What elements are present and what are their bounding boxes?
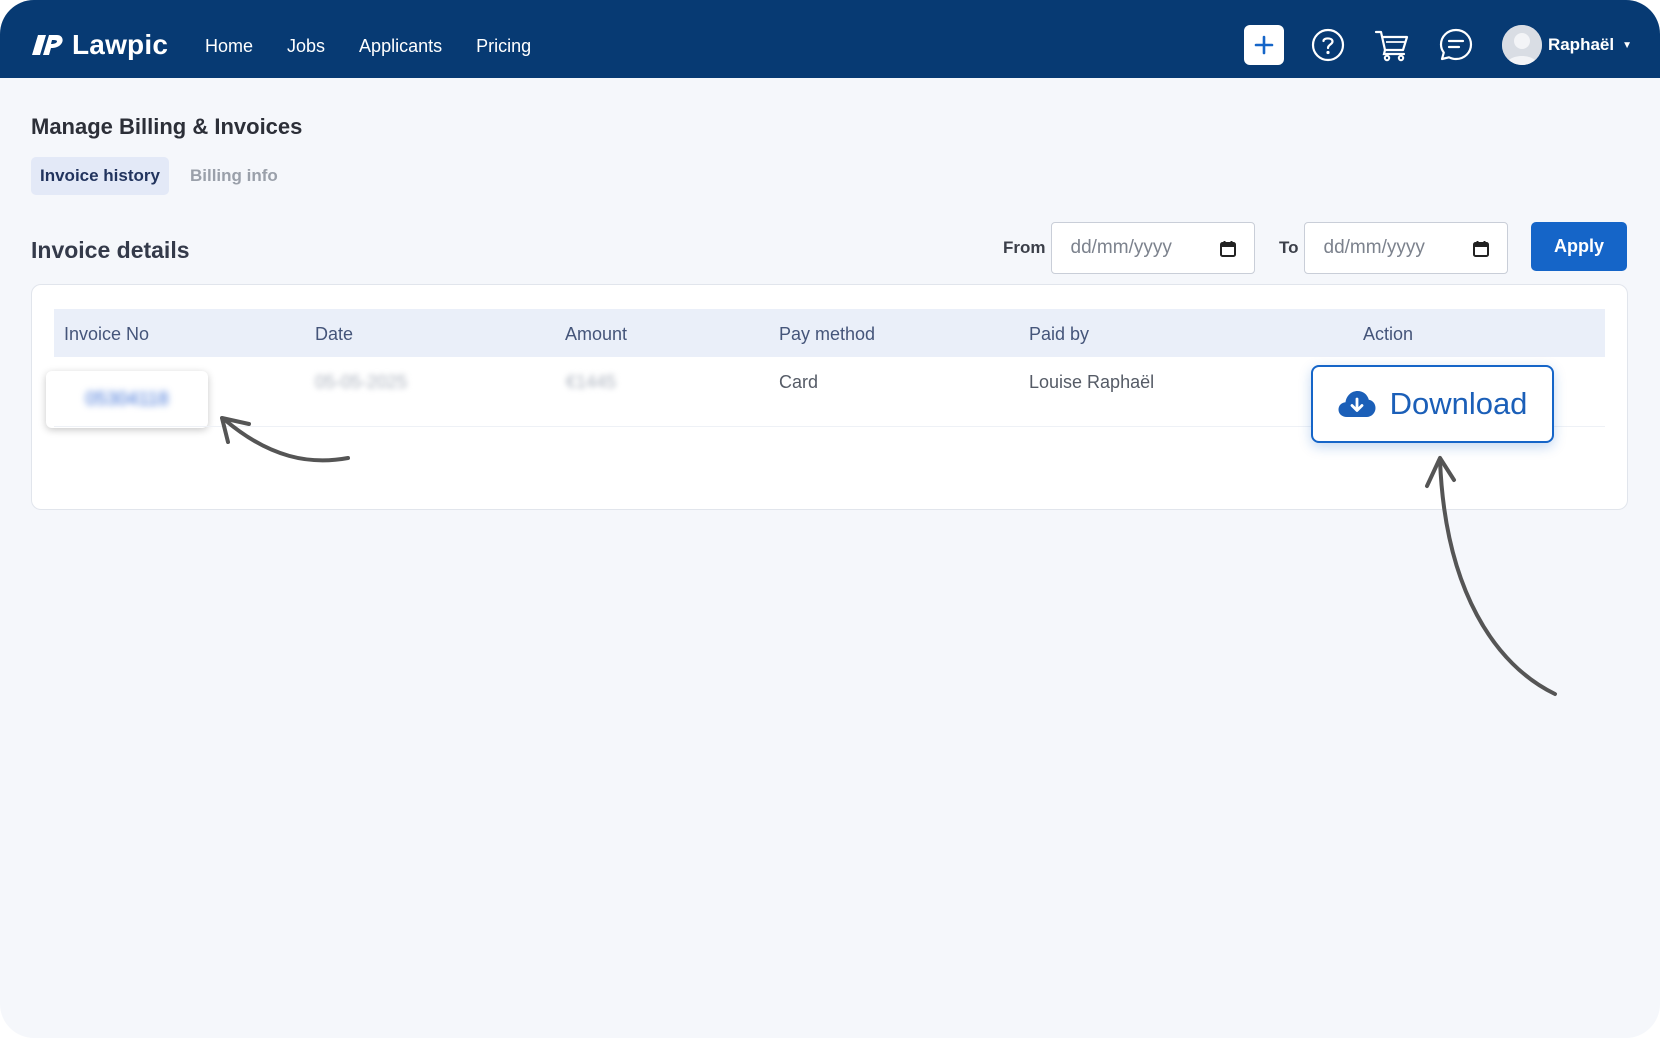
apply-button[interactable]: Apply bbox=[1531, 222, 1627, 271]
column-header-invoice-no: Invoice No bbox=[64, 324, 150, 344]
user-name: Raphaël bbox=[1547, 35, 1615, 54]
tab-invoice-history[interactable]: Invoice history bbox=[31, 157, 169, 195]
column-header-action: Action bbox=[1363, 324, 1414, 344]
invoice-number: 05304118 bbox=[85, 388, 169, 410]
nav-link-pricing[interactable]: Pricing bbox=[476, 36, 531, 57]
brand-name: Lawpic bbox=[72, 29, 169, 60]
cart-icon bbox=[1374, 30, 1409, 62]
from-label: From bbox=[1003, 238, 1046, 257]
user-menu[interactable]: Raphaël ▼ bbox=[1501, 25, 1632, 65]
nav-link-applicants[interactable]: Applicants bbox=[359, 36, 442, 57]
to-label: To bbox=[1279, 238, 1299, 257]
download-label: Download bbox=[1389, 386, 1528, 421]
create-new-button[interactable] bbox=[1243, 25, 1284, 65]
to-date-filter: To dd/mm/yyyy bbox=[1279, 222, 1508, 274]
help-button[interactable] bbox=[1310, 27, 1346, 63]
cloud-download-icon bbox=[1338, 391, 1376, 417]
column-header-pay-method: Pay method bbox=[779, 324, 876, 344]
top-navbar: Lawpic Home Jobs Applicants Pricing Raph… bbox=[0, 0, 1660, 78]
billing-tabs: Invoice history Billing info bbox=[31, 157, 287, 195]
from-date-placeholder: dd/mm/yyyy bbox=[1070, 237, 1172, 258]
pay-method: Card bbox=[779, 372, 819, 392]
plus-icon bbox=[1254, 35, 1274, 55]
brand-logo[interactable]: Lawpic bbox=[32, 28, 168, 62]
messages-button[interactable] bbox=[1438, 27, 1474, 63]
chevron-down-icon: ▼ bbox=[1622, 39, 1632, 51]
calendar-icon bbox=[1219, 240, 1236, 257]
tab-billing-info[interactable]: Billing info bbox=[181, 157, 287, 195]
arrow-annotation-icon bbox=[220, 416, 350, 463]
column-header-paid-by: Paid by bbox=[1029, 324, 1090, 344]
help-icon bbox=[1311, 28, 1345, 62]
column-header-date: Date bbox=[315, 324, 354, 344]
to-date-placeholder: dd/mm/yyyy bbox=[1323, 237, 1425, 258]
logo-icon bbox=[32, 35, 63, 55]
invoice-details-title: Invoice details bbox=[31, 237, 190, 263]
nav-link-home[interactable]: Home bbox=[205, 36, 253, 57]
avatar-icon bbox=[1501, 25, 1542, 65]
page-title: Manage Billing & Invoices bbox=[31, 114, 303, 139]
invoice-number-link[interactable]: 05304118 bbox=[46, 371, 208, 428]
from-date-filter: From dd/mm/yyyy bbox=[1003, 222, 1255, 274]
arrow-annotation-icon bbox=[1425, 456, 1557, 696]
paid-by: Louise Raphaël bbox=[1029, 372, 1155, 392]
main-nav: Home Jobs Applicants Pricing bbox=[205, 36, 531, 57]
to-date-input[interactable]: dd/mm/yyyy bbox=[1303, 222, 1508, 274]
invoice-amount: €1445 bbox=[566, 372, 617, 392]
nav-actions: Raphaël ▼ bbox=[1243, 24, 1632, 66]
cart-button[interactable] bbox=[1374, 27, 1410, 63]
download-button[interactable]: Download bbox=[1311, 365, 1554, 443]
calendar-icon bbox=[1472, 240, 1489, 257]
app-frame: Lawpic Home Jobs Applicants Pricing Raph… bbox=[0, 0, 1660, 1038]
chat-icon bbox=[1439, 28, 1473, 61]
from-date-input[interactable]: dd/mm/yyyy bbox=[1050, 222, 1255, 274]
invoice-date: 05-05-2025 bbox=[315, 372, 408, 392]
column-header-amount: Amount bbox=[565, 324, 628, 344]
nav-link-jobs[interactable]: Jobs bbox=[287, 36, 325, 57]
